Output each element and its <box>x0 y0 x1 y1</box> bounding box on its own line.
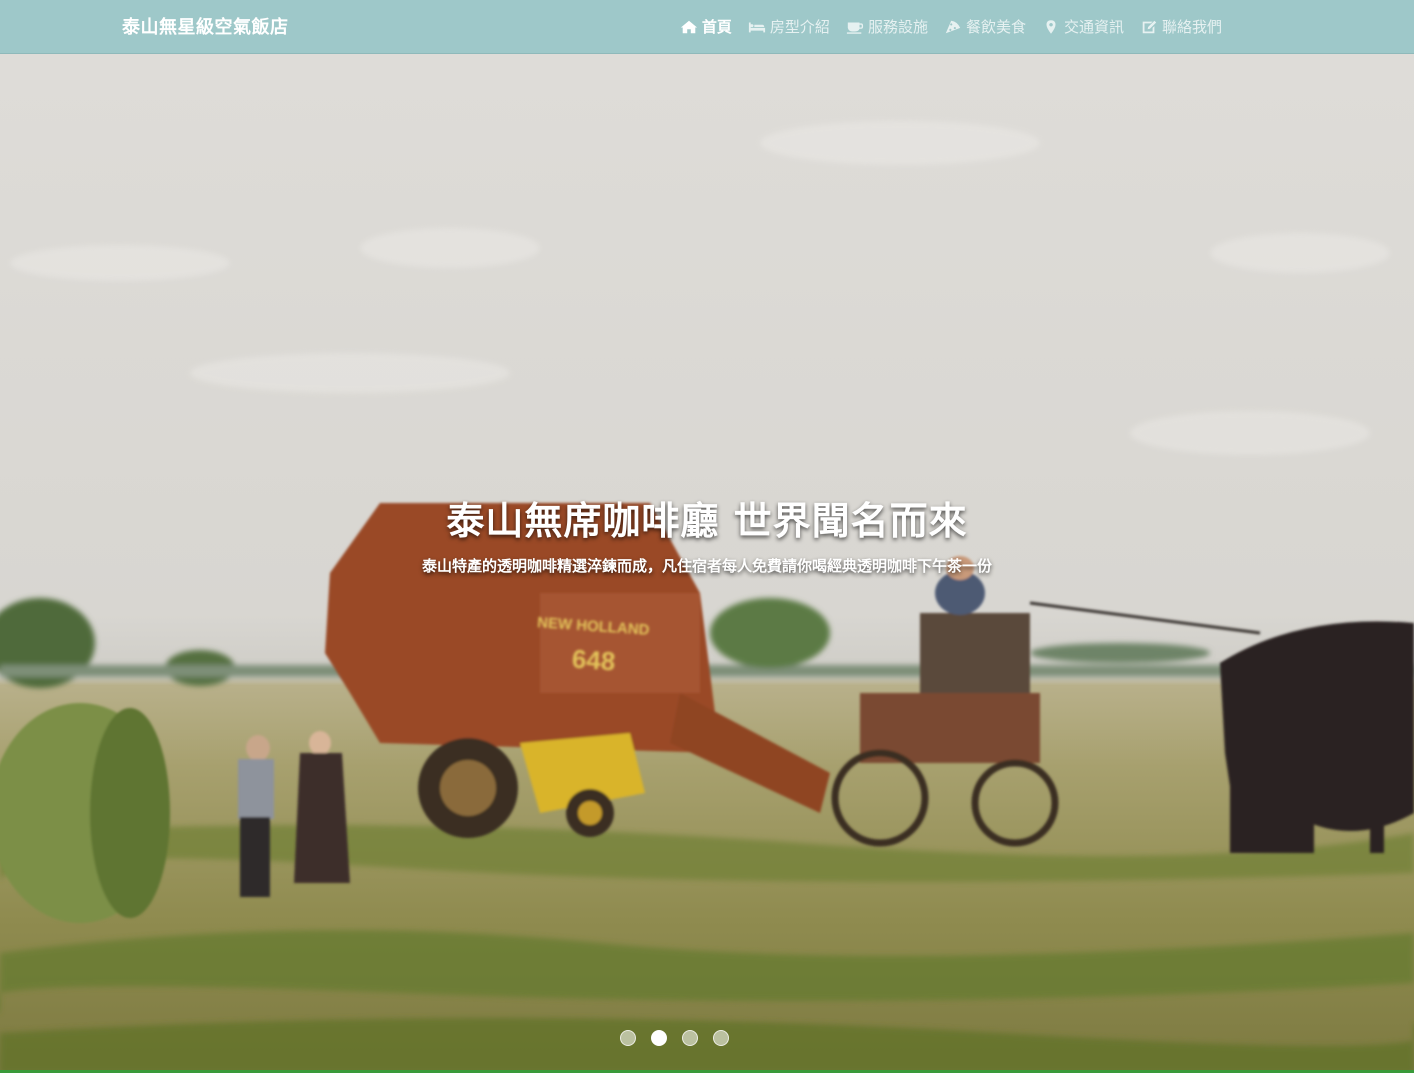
nav-item-home[interactable]: 首頁 <box>680 16 732 37</box>
edit-icon <box>1142 20 1157 33</box>
carousel-indicator-3[interactable] <box>682 1030 698 1046</box>
baler-model-text: 648 <box>571 644 616 677</box>
nav-label-contact: 聯絡我們 <box>1161 18 1222 36</box>
hero-carousel[interactable]: NEW HOLLAND 648 泰山無席咖啡廳 世界聞名而來 泰山特產的透明咖啡… <box>0 53 1414 1073</box>
nav-item-facilities[interactable]: 服務設施 <box>846 16 928 37</box>
nav-label-facilities: 服務設施 <box>867 18 928 36</box>
nav-item-transport[interactable]: 交通資訊 <box>1042 16 1124 37</box>
nav-label-dining: 餐飲美食 <box>965 18 1026 36</box>
caption-subtitle: 泰山特產的透明咖啡精選淬鍊而成，凡住宿者每人免費請你喝經典透明咖啡下午茶一份 <box>421 557 992 575</box>
home-icon <box>680 20 698 33</box>
site-brand[interactable]: 泰山無星級空氣飯店 <box>122 13 289 39</box>
nav-item-contact[interactable]: 聯絡我們 <box>1140 16 1222 37</box>
carousel-indicators <box>620 1030 744 1046</box>
bottom-accent-strip <box>0 1070 1414 1073</box>
nav-label-transport: 交通資訊 <box>1063 18 1124 36</box>
pizza-icon <box>945 20 961 33</box>
caption-title: 泰山無席咖啡廳 世界聞名而來 <box>446 499 968 543</box>
main-nav: 首頁 房型介紹 服務設施 餐飲美食 交通資訊 聯絡我們 <box>664 0 1222 53</box>
carousel-indicator-1[interactable] <box>620 1030 636 1046</box>
carousel-caption: 泰山無席咖啡廳 世界聞名而來 泰山特產的透明咖啡精選淬鍊而成，凡住宿者每人免費請… <box>0 490 1414 576</box>
nav-label-home: 首頁 <box>701 18 732 36</box>
coffee-icon <box>846 22 864 34</box>
top-navbar: 泰山無星級空氣飯店 首頁 房型介紹 服務設施 餐飲美食 交通資訊 聯絡我們 <box>0 0 1414 54</box>
nav-label-rooms: 房型介紹 <box>769 18 830 36</box>
nav-item-rooms[interactable]: 房型介紹 <box>748 16 830 37</box>
map-marker-icon <box>1046 19 1056 34</box>
carousel-indicator-2[interactable] <box>651 1030 667 1046</box>
nav-item-dining[interactable]: 餐飲美食 <box>944 16 1026 37</box>
carousel-indicator-4[interactable] <box>713 1030 729 1046</box>
bed-icon <box>748 22 766 32</box>
